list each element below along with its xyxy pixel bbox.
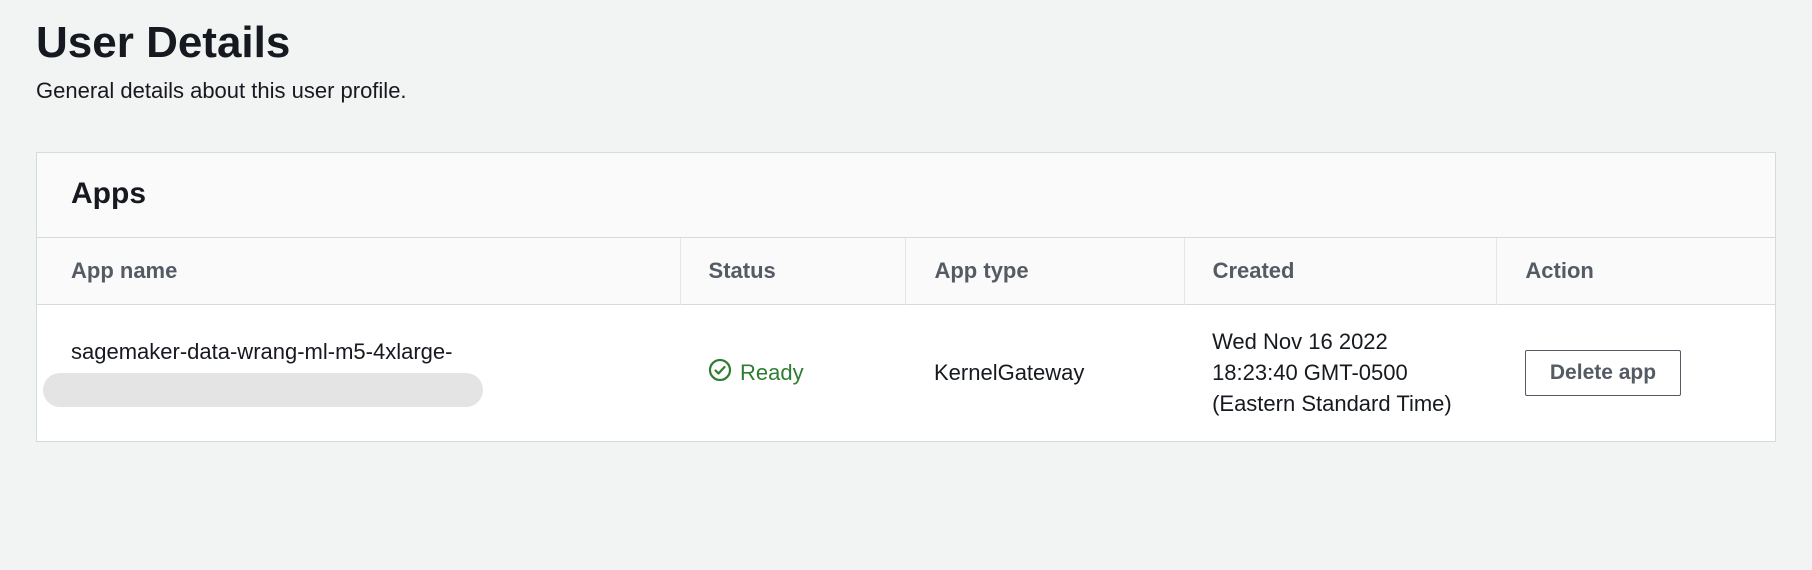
cell-app-name: sagemaker-data-wrang-ml-m5-4xlarge- bbox=[37, 305, 680, 442]
col-header-status[interactable]: Status bbox=[680, 238, 906, 305]
cell-created: Wed Nov 16 2022 18:23:40 GMT-0500 (Easte… bbox=[1184, 305, 1497, 442]
apps-panel-header: Apps bbox=[37, 153, 1775, 238]
delete-app-button[interactable]: Delete app bbox=[1525, 350, 1681, 396]
apps-panel-title: Apps bbox=[71, 177, 1741, 211]
cell-status: Ready bbox=[680, 305, 906, 442]
apps-panel: Apps App name Status App type Created Ac… bbox=[36, 152, 1776, 442]
cell-action: Delete app bbox=[1497, 305, 1775, 442]
app-name-text: sagemaker-data-wrang-ml-m5-4xlarge- bbox=[71, 339, 452, 364]
redacted-placeholder bbox=[43, 373, 483, 407]
page-header: User Details General details about this … bbox=[0, 0, 1812, 132]
table-row: sagemaker-data-wrang-ml-m5-4xlarge- Read… bbox=[37, 305, 1775, 442]
status-text: Ready bbox=[740, 360, 804, 386]
col-header-action[interactable]: Action bbox=[1497, 238, 1775, 305]
col-header-app-name[interactable]: App name bbox=[37, 238, 680, 305]
page-subtitle: General details about this user profile. bbox=[36, 78, 1776, 104]
cell-app-type: KernelGateway bbox=[906, 305, 1184, 442]
col-header-created[interactable]: Created bbox=[1184, 238, 1497, 305]
apps-table: App name Status App type Created Action … bbox=[37, 238, 1775, 441]
status-ready-icon bbox=[708, 358, 732, 388]
page-title: User Details bbox=[36, 18, 1776, 68]
col-header-app-type[interactable]: App type bbox=[906, 238, 1184, 305]
